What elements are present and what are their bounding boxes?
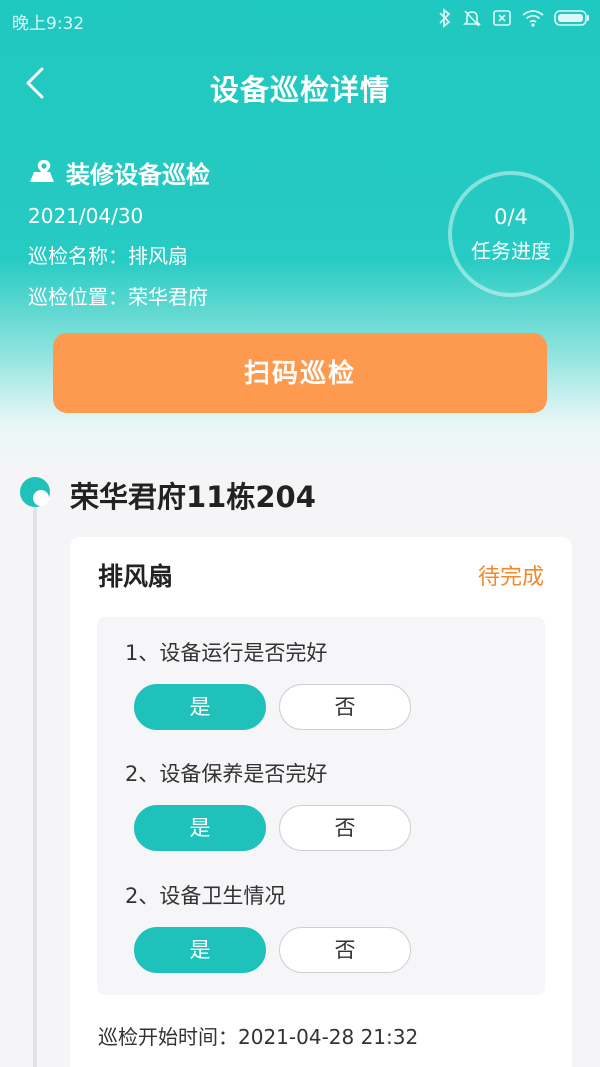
question-label: 2、设备保养是否完好 xyxy=(125,762,328,786)
scan-inspect-button[interactable]: 扫码巡检 xyxy=(53,333,547,413)
bluetooth-icon xyxy=(438,8,452,33)
task-title: 装修设备巡检 xyxy=(66,161,210,189)
answer-no-button[interactable]: 否 xyxy=(279,927,411,973)
progress-label: 任务进度 xyxy=(471,239,551,263)
task-location: 巡检位置：荣华君府 xyxy=(28,285,208,309)
answer-no-button[interactable]: 否 xyxy=(279,805,411,851)
question-label: 1、设备运行是否完好 xyxy=(125,641,328,665)
device-name: 排风扇 xyxy=(98,562,174,591)
answer-no-button[interactable]: 否 xyxy=(279,684,411,730)
device-status-badge: 待完成 xyxy=(477,565,544,590)
device-card: 排风扇 待完成 1、设备运行是否完好 是 否 2、设备保养是否完好 是 否 2、… xyxy=(70,537,572,1067)
timeline-line xyxy=(33,505,37,1067)
answer-yes-button[interactable]: 是 xyxy=(134,927,266,973)
inspection-start-time: 巡检开始时间：2021-04-28 21:32 xyxy=(98,1025,419,1049)
progress-count: 0/4 xyxy=(494,205,528,229)
location-title: 荣华君府11栋204 xyxy=(70,480,316,514)
page-title: 设备巡检详情 xyxy=(209,73,390,107)
progress-ring: 0/4 任务进度 xyxy=(448,171,574,297)
timeline-dot xyxy=(20,477,50,507)
task-date: 2021/04/30 xyxy=(28,204,144,228)
status-bar: 晚上9:32 xyxy=(0,0,600,40)
sim-off-icon xyxy=(492,8,512,33)
task-info: 装修设备巡检 2021/04/30 巡检名称：排风扇 巡检位置：荣华君府 xyxy=(28,155,210,310)
mute-icon xyxy=(462,8,482,33)
status-icons xyxy=(438,8,590,33)
answer-yes-button[interactable]: 是 xyxy=(134,805,266,851)
task-title-row: 装修设备巡检 xyxy=(28,155,210,190)
answer-yes-button[interactable]: 是 xyxy=(134,684,266,730)
map-pin-icon xyxy=(28,158,56,188)
question-label: 2、设备卫生情况 xyxy=(125,884,286,908)
checklist: 1、设备运行是否完好 是 否 2、设备保养是否完好 是 否 2、设备卫生情况 是… xyxy=(97,617,545,995)
wifi-icon xyxy=(522,9,544,32)
nav-bar: 设备巡检详情 xyxy=(0,55,600,111)
status-time: 晚上9:32 xyxy=(12,14,85,34)
task-name: 巡检名称：排风扇 xyxy=(28,244,188,268)
battery-icon xyxy=(554,9,590,32)
